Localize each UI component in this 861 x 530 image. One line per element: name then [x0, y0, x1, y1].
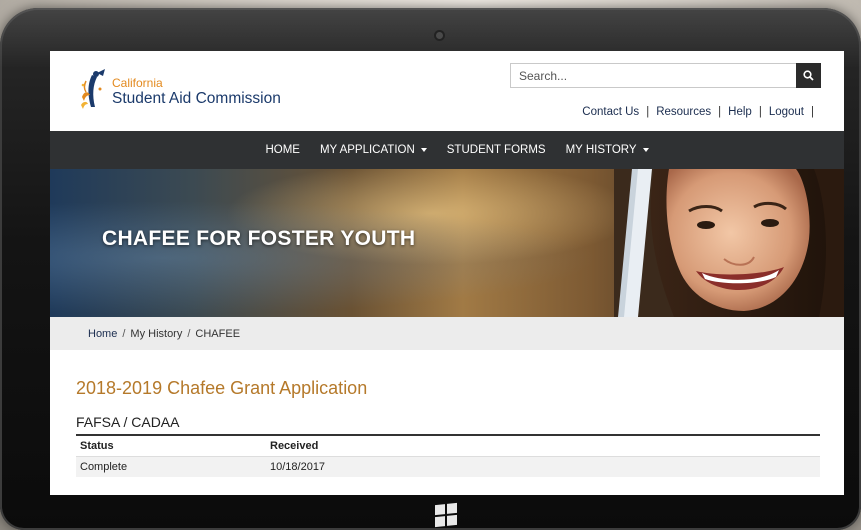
status-cell: Complete — [76, 456, 266, 477]
column-header-status: Status — [76, 436, 266, 457]
chevron-down-icon — [642, 148, 649, 152]
breadcrumb-separator: / — [187, 327, 191, 340]
search-input[interactable] — [510, 63, 796, 88]
util-separator: | — [758, 106, 762, 118]
nav-my-application-label: MY APPLICATION — [319, 144, 415, 156]
nav-home[interactable]: HOME — [265, 144, 300, 156]
camera-icon — [436, 32, 443, 39]
breadcrumb-separator: / — [122, 327, 126, 340]
main-content: 2018-2019 Chafee Grant Application FAFSA… — [50, 378, 844, 477]
breadcrumb: Home / My History / CHAFEE — [50, 317, 844, 350]
util-separator: | — [811, 106, 814, 118]
column-header-received: Received — [266, 436, 820, 457]
util-separator: | — [646, 106, 650, 118]
windows-logo-icon[interactable] — [435, 502, 457, 528]
search-button[interactable] — [796, 63, 821, 88]
breadcrumb-my-history[interactable]: My History — [130, 328, 182, 340]
browser-screen: California Student Aid Commission Contac… — [50, 51, 844, 495]
logo-text-california: California — [112, 76, 163, 90]
util-separator: | — [718, 106, 722, 118]
resources-link[interactable]: Resources — [656, 106, 711, 118]
nav-my-application[interactable]: MY APPLICATION — [320, 144, 427, 156]
tablet-frame: California Student Aid Commission Contac… — [0, 8, 861, 530]
main-navigation: HOME MY APPLICATION STUDENT FORMS MY HIS… — [50, 131, 844, 169]
status-table: Status Received Complete 10/18/2017 — [76, 436, 820, 477]
nav-my-history-label: MY HISTORY — [565, 144, 637, 156]
utility-links: Contact Us | Resources | Help | Logout | — [582, 106, 821, 118]
site-logo[interactable]: California Student Aid Commission — [78, 65, 288, 115]
chevron-down-icon — [420, 148, 427, 152]
table-header-row: Status Received — [76, 436, 820, 457]
search-icon — [803, 70, 814, 81]
site-header: California Student Aid Commission Contac… — [50, 51, 844, 131]
nav-student-forms-label: STUDENT FORMS — [446, 144, 546, 156]
search-bar — [510, 63, 821, 88]
breadcrumb-home[interactable]: Home — [88, 328, 117, 340]
logo-text-commission: Student Aid Commission — [112, 90, 281, 107]
logout-link[interactable]: Logout — [769, 106, 804, 118]
nav-student-forms[interactable]: STUDENT FORMS — [447, 144, 546, 156]
page-title: 2018-2019 Chafee Grant Application — [76, 378, 368, 398]
table-row: Complete 10/18/2017 — [76, 456, 820, 477]
help-link[interactable]: Help — [728, 106, 752, 118]
hero-banner: CHAFEE FOR FOSTER YOUTH — [50, 169, 844, 317]
california-poppy-logo — [81, 69, 105, 109]
nav-my-history[interactable]: MY HISTORY — [566, 144, 649, 156]
contact-us-link[interactable]: Contact Us — [582, 106, 639, 118]
received-date-cell: 10/18/2017 — [266, 456, 820, 477]
section-title: FAFSA / CADAA — [76, 414, 820, 436]
breadcrumb-current: CHAFEE — [195, 327, 241, 340]
nav-home-label: HOME — [265, 144, 300, 156]
graduate-photo — [614, 169, 844, 317]
hero-title: CHAFEE FOR FOSTER YOUTH — [102, 227, 416, 251]
